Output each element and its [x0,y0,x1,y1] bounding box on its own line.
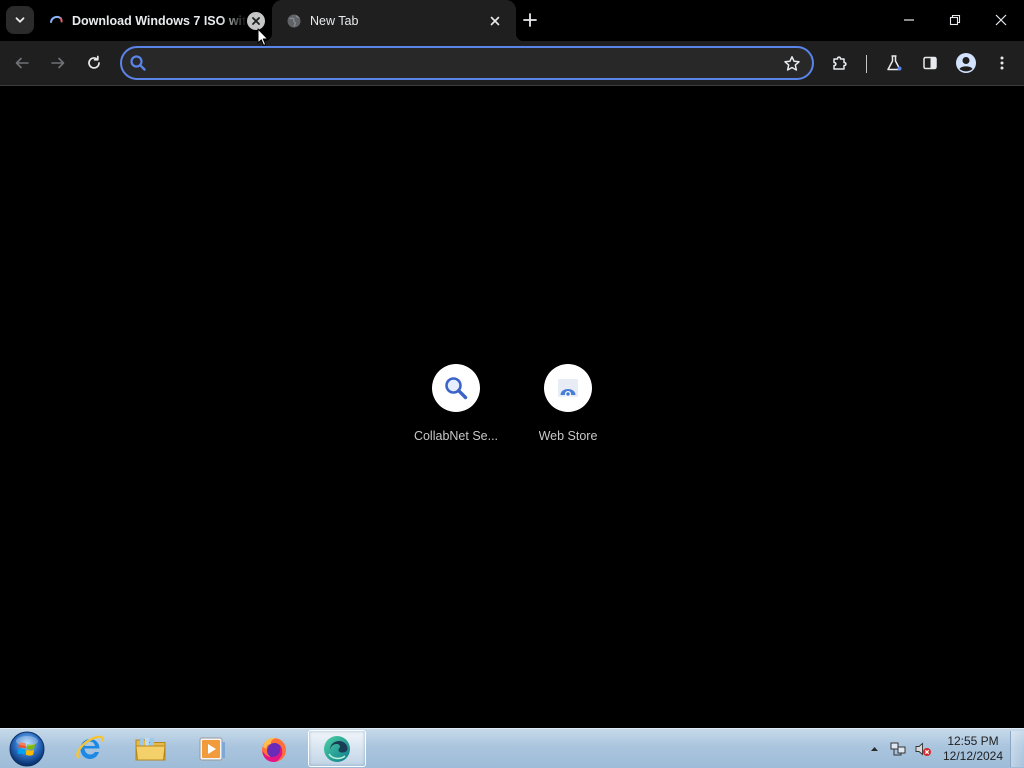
globe-icon [286,13,302,29]
puzzle-icon [833,56,847,70]
close-icon [995,14,1007,26]
media-player-icon [199,737,225,760]
taskbar-file-explorer[interactable] [122,730,180,767]
tab-strip: Download Windows 7 ISO with New Tab [0,0,1024,41]
shortcut-web-store[interactable]: Web Store [512,363,624,459]
close-icon [252,17,260,25]
more-vertical-icon [1000,56,1004,70]
menu-button[interactable] [988,49,1016,77]
address-input[interactable] [152,52,772,74]
profile-button[interactable] [952,49,980,77]
forward-button[interactable] [44,49,72,77]
search-icon [129,54,147,72]
avatar-icon [956,53,976,73]
new-tab-page: CollabNet Se... Web Store [0,87,1024,728]
tab-search-button[interactable] [6,6,34,34]
shortcut-icon-circle [432,364,480,412]
side-panel-icon [923,56,937,70]
plus-icon [523,13,537,27]
tab-close-button[interactable] [486,12,504,30]
taskbar: 12:55 PM 12/12/2024 [0,728,1024,768]
clock-time: 12:55 PM [947,734,999,748]
window-close-button[interactable] [978,0,1024,40]
shortcut-icon-circle [544,364,592,412]
minimize-icon [904,19,914,21]
start-button[interactable] [5,730,49,768]
tray-volume-muted[interactable] [914,741,932,757]
shortcut-collabnet[interactable]: CollabNet Se... [400,363,512,459]
taskbar-media-player[interactable] [183,730,241,767]
side-panel-button[interactable] [916,49,944,77]
tab-title: Download Windows 7 ISO with [72,14,247,28]
clock-date: 12/12/2024 [942,749,1004,763]
reload-button[interactable] [80,49,108,77]
firefox-icon [262,737,286,762]
restore-button[interactable] [932,0,978,40]
folder-icon [135,737,166,760]
tab-title: New Tab [310,13,359,28]
tray-overflow-button[interactable] [868,741,880,757]
address-bar[interactable] [120,46,814,80]
web-store-icon [558,379,578,397]
restore-icon [949,14,961,26]
tray-network[interactable] [889,741,907,757]
minimize-button[interactable] [886,0,932,40]
bookmark-star-icon[interactable] [782,54,802,74]
tab-close-button[interactable] [247,12,265,30]
extensions-button[interactable] [826,49,854,77]
reload-icon [88,55,100,69]
edge-icon [324,735,350,762]
shortcut-label: CollabNet Se... [413,429,499,443]
browser-window: Download Windows 7 ISO with New Tab Coll… [0,0,1024,768]
toolbar-separator [866,55,867,73]
windows-orb-icon [9,731,45,767]
show-desktop-button[interactable] [1010,731,1024,767]
new-tab-button[interactable] [518,8,542,32]
network-icon [890,742,906,756]
toolbar [0,41,1024,86]
taskbar-internet-explorer[interactable] [61,730,119,767]
taskbar-firefox[interactable] [245,730,303,767]
chevron-down-icon [15,17,25,23]
arrow-left-icon [15,57,29,69]
back-button[interactable] [8,49,36,77]
tab-download-windows[interactable]: Download Windows 7 ISO with [40,6,272,36]
taskbar-edge[interactable] [308,730,366,767]
tab-new-tab[interactable]: New Tab [264,0,524,41]
chevron-up-icon [870,747,878,751]
shortcut-label: Web Store [538,429,598,443]
loading-spinner-icon [48,13,64,29]
arrow-right-icon [51,57,65,69]
flask-icon [887,55,902,71]
speaker-muted-icon [915,742,931,756]
search-icon [445,377,468,400]
taskbar-clock[interactable]: 12:55 PM 12/12/2024 [938,734,1008,764]
internet-explorer-icon [76,735,104,759]
close-icon [490,16,500,25]
labs-button[interactable] [880,49,908,77]
